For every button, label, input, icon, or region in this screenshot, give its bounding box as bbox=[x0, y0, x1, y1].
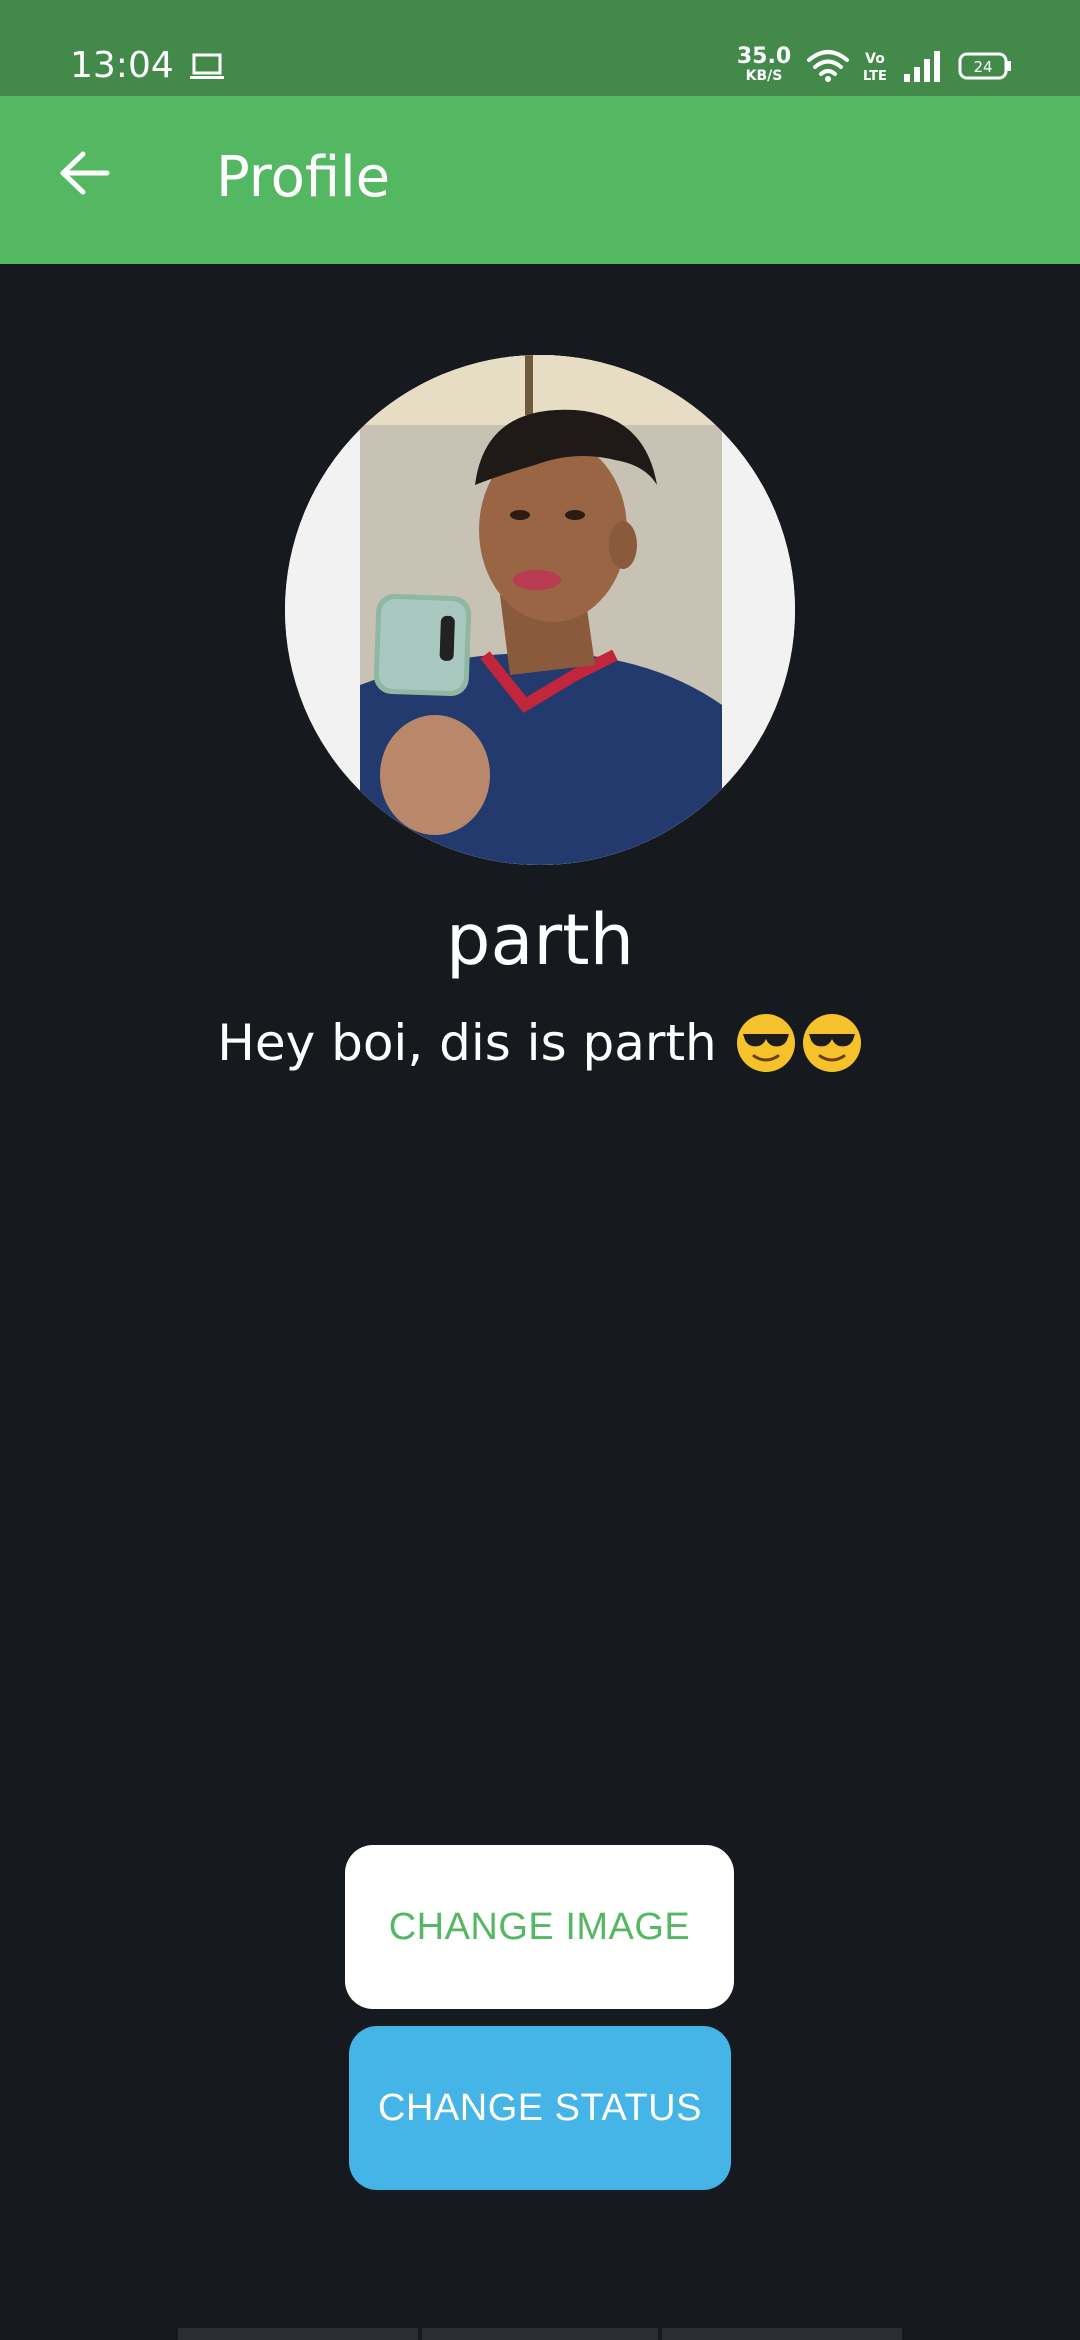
network-speed-value: 35.0 bbox=[736, 44, 792, 69]
nav-hint-center bbox=[422, 2328, 658, 2340]
volte-icon: Vo LTE bbox=[863, 51, 887, 84]
arrow-left-icon bbox=[60, 151, 110, 195]
profile-status: Hey boi, dis is parth bbox=[0, 1008, 1080, 1078]
back-button[interactable] bbox=[40, 128, 130, 218]
change-status-button[interactable]: CHANGE STATUS bbox=[349, 2026, 731, 2190]
svg-text:Vo: Vo bbox=[865, 51, 885, 67]
change-image-button[interactable]: CHANGE IMAGE bbox=[345, 1845, 734, 2009]
svg-text:LTE: LTE bbox=[863, 69, 887, 84]
profile-status-text: Hey boi, dis is parth bbox=[217, 1014, 717, 1072]
profile-avatar[interactable] bbox=[285, 355, 795, 865]
network-speed-unit: KB/S bbox=[745, 68, 783, 84]
status-bar: 13:04 35.0 KB/S Vo LTE 24 bbox=[0, 0, 1080, 96]
page-title: Profile bbox=[216, 145, 391, 210]
sunglasses-emoji-icon bbox=[802, 1014, 861, 1072]
app-bar bbox=[0, 96, 1080, 264]
status-time: 13:04 bbox=[70, 45, 174, 86]
nav-hint-left bbox=[178, 2328, 418, 2340]
profile-name: parth bbox=[446, 899, 634, 981]
laptop-icon bbox=[190, 53, 224, 79]
signal-icon bbox=[904, 51, 940, 82]
profile-photo bbox=[285, 355, 795, 865]
nav-hint-right bbox=[662, 2328, 902, 2340]
network-speed: 35.0 KB/S bbox=[736, 44, 792, 84]
wifi-icon bbox=[807, 50, 849, 82]
battery-icon: 24 bbox=[958, 52, 1011, 80]
battery-level: 24 bbox=[973, 58, 992, 76]
sunglasses-emoji-icon bbox=[736, 1014, 795, 1072]
